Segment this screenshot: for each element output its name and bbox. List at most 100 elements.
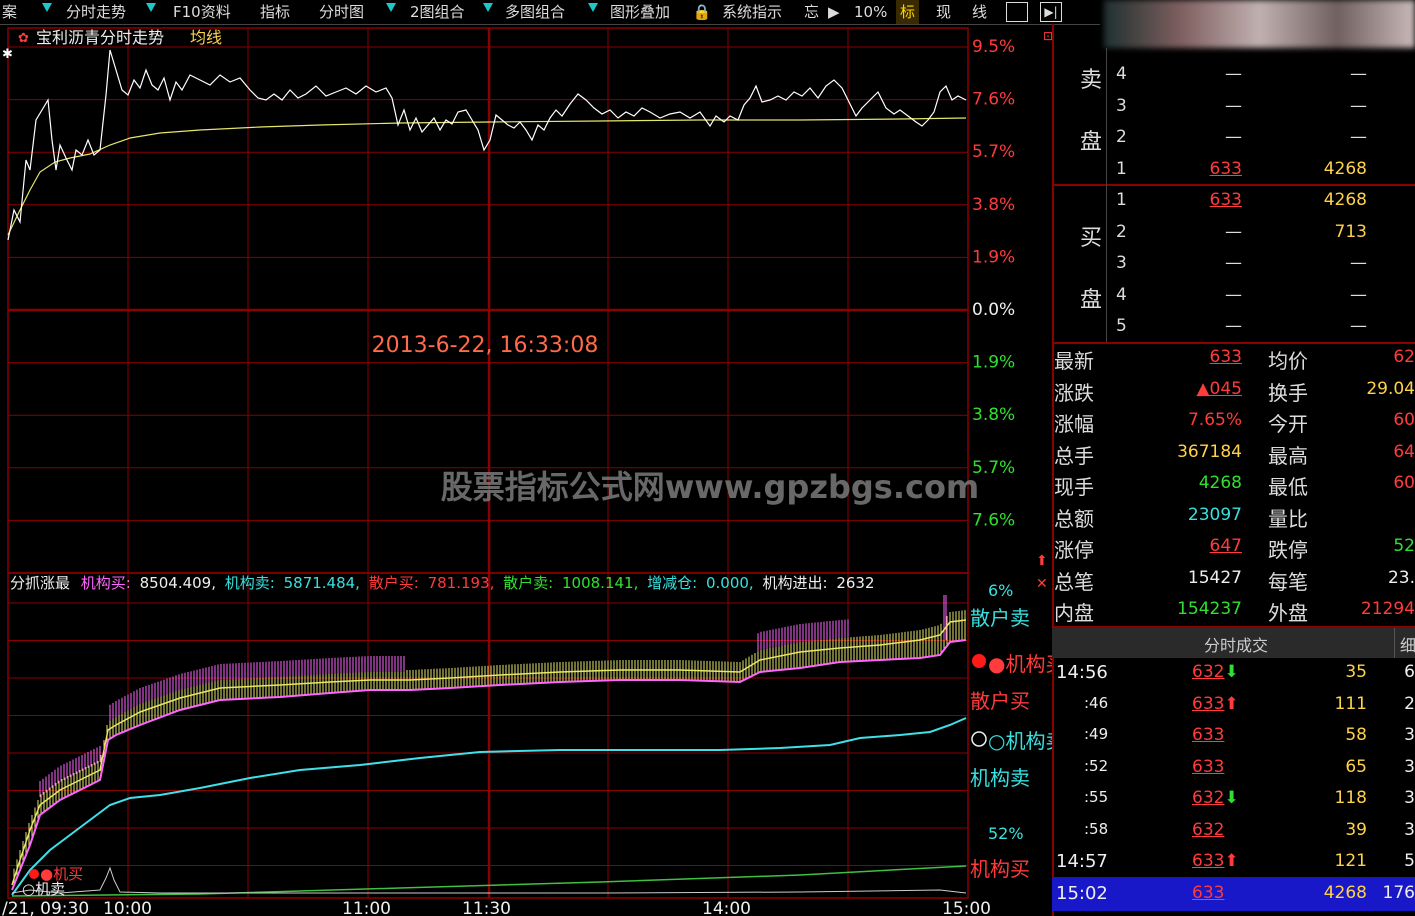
buy-price[interactable]: 633 (1192, 190, 1242, 210)
indicator-label-retail-sell: 散户卖: (503, 574, 553, 592)
sell-price[interactable]: — (1192, 96, 1242, 116)
inst-buy-marker-icon (972, 654, 986, 668)
quote-label: 涨幅 (1054, 412, 1094, 436)
settings-icon[interactable]: ✱ (2, 47, 13, 62)
tick-volume: 121 (1334, 851, 1367, 871)
tick-price[interactable]: 633 (1192, 883, 1224, 903)
price-axis-label: 7.6% (972, 510, 1015, 530)
indicator-label-retail-buy: 散户买: (369, 574, 419, 592)
buy-side-label-2: 盘 (1080, 288, 1103, 313)
sell-side-label-1: 卖 (1080, 68, 1103, 93)
close-icon[interactable]: ✕ (1036, 576, 1048, 592)
sell-price[interactable]: — (1192, 127, 1242, 147)
quote-label: 跌停 (1268, 538, 1308, 562)
quote-value: 23097 (1187, 504, 1242, 525)
buy-price[interactable]: — (1192, 253, 1242, 273)
down-arrow-icon: ⬇ (1224, 662, 1239, 682)
price-axis-label: 1.9% (972, 247, 1015, 267)
tick-price-cell: 632⬇ (1192, 662, 1239, 682)
indicator-header: 分抓涨最 机构买: 8504.409, 机构卖: 5871.484, 散户买: … (10, 574, 875, 592)
buy-price[interactable]: — (1192, 222, 1242, 242)
tick-price-cell: 633⬆ (1192, 694, 1239, 714)
down-arrow-icon: ⬇ (1224, 788, 1239, 808)
tick-price[interactable]: 633 (1192, 694, 1224, 714)
chart-icon: ✿ (18, 31, 29, 46)
tick-volume: 39 (1345, 819, 1367, 840)
buy-level: 5 (1116, 316, 1127, 336)
label-retail-sell: 散户卖 (970, 606, 1030, 630)
sell-price[interactable]: — (1192, 64, 1242, 84)
inst-sell-marker-icon (971, 731, 987, 747)
quote-label: 最高 (1268, 443, 1308, 468)
price-line (7, 49, 967, 241)
quote-label: 总额 (1054, 506, 1094, 531)
tick-price-cell: 633⬆ (1192, 851, 1239, 871)
buy-price[interactable]: — (1192, 316, 1242, 336)
tick-count: 3 (1404, 819, 1415, 840)
quote-label: 总笔 (1054, 569, 1094, 594)
quote-label: 每笔 (1268, 569, 1308, 594)
quote-label: 内盘 (1054, 601, 1094, 625)
price-axis-label: 7.6% (972, 90, 1015, 110)
price-axis-label: 9.5% (972, 37, 1015, 57)
tick-price[interactable]: 633 (1192, 851, 1224, 871)
tick-price[interactable]: 633 (1192, 725, 1224, 745)
tick-count: 3 (1404, 725, 1415, 745)
tick-count: 3 (1404, 788, 1415, 808)
ticks-header: 分时成交 (1204, 636, 1269, 655)
tick-volume: 111 (1334, 693, 1367, 714)
indicator-name: 分抓涨最 (10, 574, 70, 592)
quote-label: 涨跌 (1054, 380, 1094, 405)
indicator-label-change: 增减仓: (647, 574, 697, 592)
quote-value: 15427 (1187, 567, 1242, 588)
label-inst-buy-marker: ●机构买 (988, 652, 1052, 676)
tick-time: :46 (1084, 693, 1109, 712)
corner-box-icon[interactable]: ⊡ (1043, 29, 1052, 43)
ticks-header-detail[interactable]: 细 (1400, 632, 1415, 656)
quote-label: 均价 (1268, 349, 1308, 373)
time-label-1130: 11:30 (462, 899, 511, 916)
quote-value: 62 (1393, 347, 1415, 367)
tick-price[interactable]: 632 (1192, 820, 1224, 840)
up-arrow-icon: ⬆ (1224, 851, 1239, 871)
quote-label: 最新 (1054, 349, 1094, 373)
quote-value: 29.04 (1366, 378, 1415, 399)
time-label-1400: 14:00 (702, 899, 751, 916)
indicator-label-inst-net: 机构进出: (762, 574, 827, 592)
quote-value: 60 (1393, 473, 1415, 493)
indicator-value-inst-sell: 5871.484, (284, 574, 360, 592)
buy-price[interactable]: — (1192, 285, 1242, 305)
tick-count: 2 (1404, 693, 1415, 714)
label-retail-buy: 散户买 (970, 689, 1030, 713)
quote-label: 现手 (1054, 475, 1094, 499)
time-label-1000: 10:00 (103, 899, 152, 916)
time-label-1100: 11:00 (342, 899, 391, 916)
tick-price-cell: 633 (1192, 883, 1224, 903)
tick-volume: 58 (1345, 725, 1367, 745)
quote-value: 154237 (1177, 599, 1242, 619)
tick-volume: 118 (1334, 788, 1367, 808)
quote-label: 最低 (1268, 475, 1308, 499)
price-axis-label: 1.9% (972, 353, 1015, 373)
quote-value: 23. (1387, 567, 1415, 588)
tick-price[interactable]: 632 (1192, 788, 1224, 808)
tick-time: :49 (1084, 725, 1109, 743)
quote-value: ▲045 (1196, 378, 1242, 399)
avg-line-label: 均线 (190, 28, 222, 47)
price-axis-labels: 9.5%7.6%5.7%3.8%1.9%0.0%1.9%3.8%5.7%7.6% (972, 37, 1015, 530)
quote-label: 外盘 (1268, 601, 1308, 625)
sell-level: 4 (1116, 64, 1127, 84)
indicator-bottom-pct: 52% (988, 824, 1024, 843)
buy-level: 2 (1116, 221, 1127, 242)
buy-volume: — (1350, 253, 1367, 273)
tick-price[interactable]: 632 (1192, 662, 1224, 682)
quote-value: 21294 (1360, 599, 1415, 619)
chart-title: 宝利沥青分时走势 (36, 28, 164, 47)
tick-volume: 4268 (1323, 882, 1367, 903)
tick-price[interactable]: 633 (1192, 757, 1224, 777)
time-label-1500: 15:00 (942, 899, 991, 916)
quote-value: 52 (1393, 536, 1415, 556)
sell-price[interactable]: 633 (1192, 159, 1242, 179)
tick-volume: 65 (1345, 756, 1367, 777)
sell-volume: — (1350, 127, 1367, 147)
